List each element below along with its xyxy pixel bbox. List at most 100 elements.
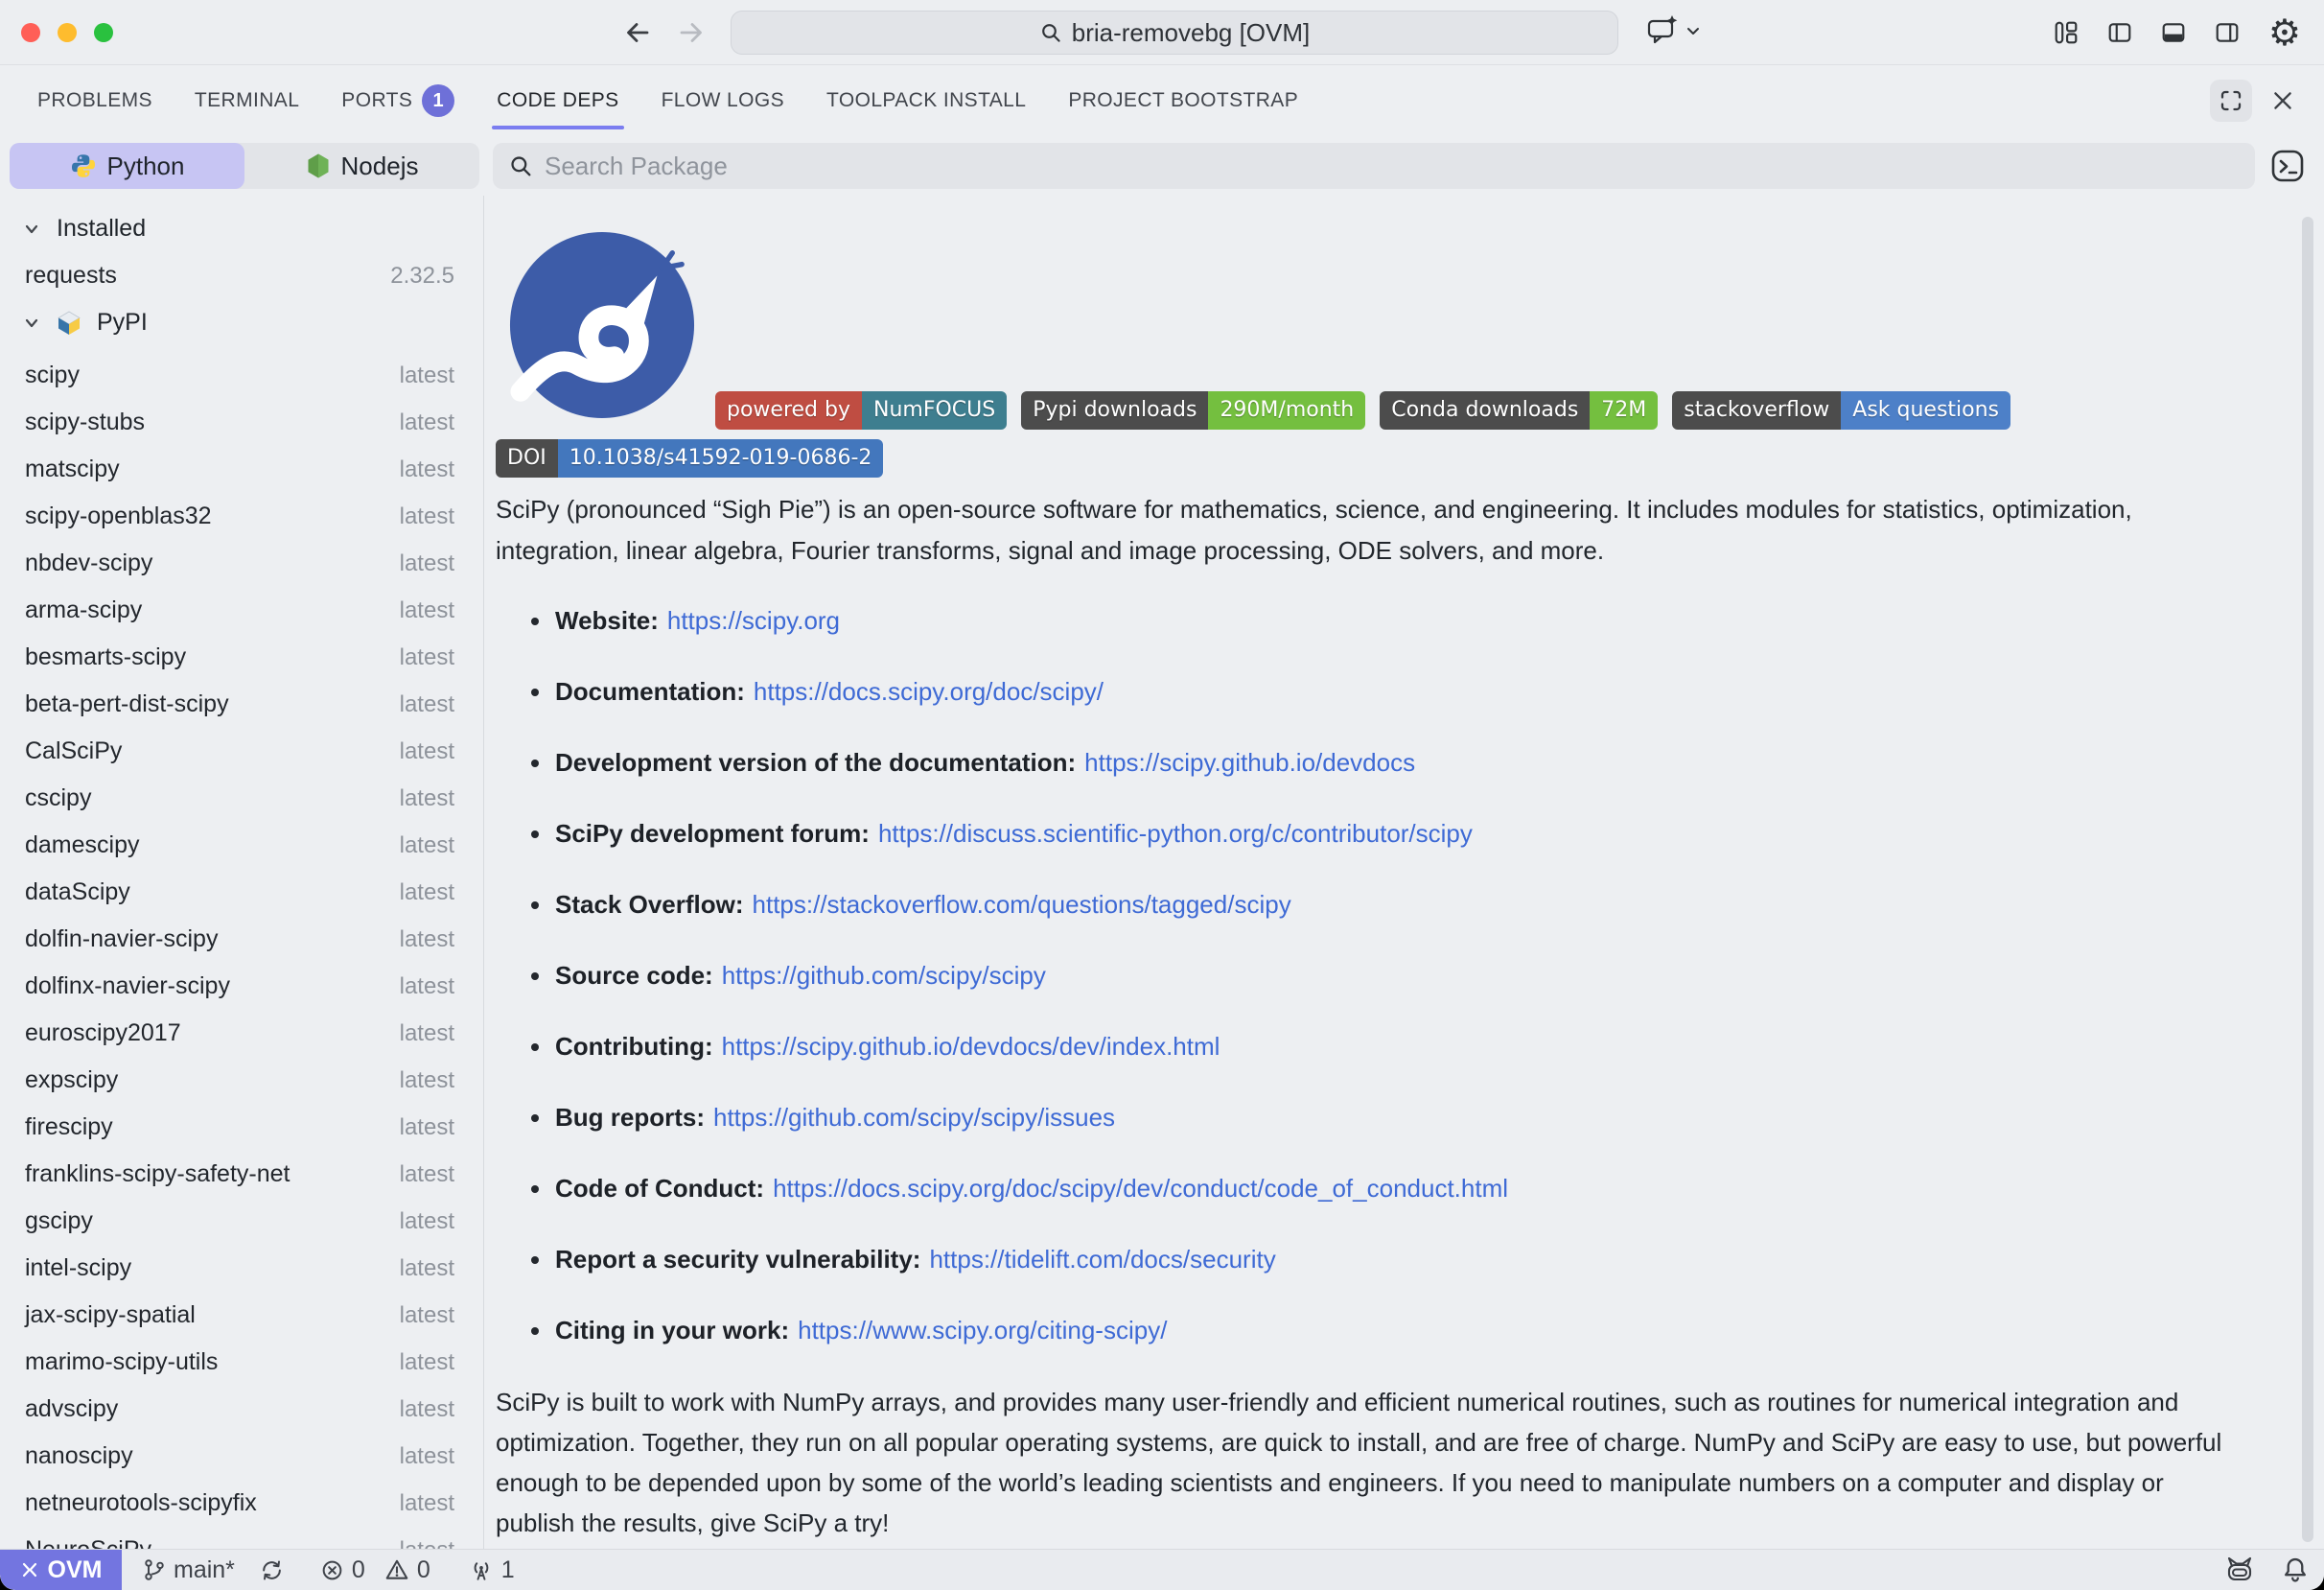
package-row[interactable]: scipy-openblas32 latest	[0, 493, 483, 540]
link-label: Report a security vulnerability:	[555, 1245, 920, 1274]
toggle-right-panel-icon[interactable]	[2215, 20, 2240, 45]
branch-indicator[interactable]: main*	[143, 1556, 235, 1584]
package-row[interactable]: nanoscipy latest	[0, 1433, 483, 1480]
chat-sparkle-icon	[1645, 14, 1680, 47]
link[interactable]: https://docs.scipy.org/doc/scipy/	[754, 677, 1104, 707]
package-row[interactable]: cscipy latest	[0, 775, 483, 822]
search-icon	[1039, 21, 1062, 44]
errors-indicator[interactable]: 0	[320, 1556, 365, 1584]
tab-terminal[interactable]: TERMINAL	[195, 65, 299, 136]
package-row[interactable]: jax-scipy-spatial latest	[0, 1292, 483, 1339]
package-row[interactable]: damescipy latest	[0, 822, 483, 869]
package-name: dolfin-navier-scipy	[25, 925, 218, 953]
assistant-robot-icon[interactable]	[2224, 1555, 2255, 1584]
statusbar-right	[2224, 1555, 2309, 1584]
link[interactable]: https://www.scipy.org/citing-scipy/	[798, 1316, 1167, 1345]
installed-group-header[interactable]: Installed	[0, 205, 483, 252]
package-row[interactable]: arma-scipy latest	[0, 587, 483, 634]
remote-indicator[interactable]: OVM	[0, 1550, 122, 1590]
readme-badge: powered by NumFOCUS	[715, 391, 1007, 430]
customize-layout-icon[interactable]	[2054, 20, 2079, 45]
badge-label: powered by	[715, 391, 862, 430]
toggle-bottom-panel-icon[interactable]	[2161, 20, 2186, 45]
package-search-field[interactable]	[493, 143, 2255, 189]
python-tab-button[interactable]: Python	[10, 143, 244, 189]
panel-tabbar: PROBLEMS TERMINAL PORTS 1 CODE DEPS FLOW…	[0, 65, 2324, 136]
bell-icon[interactable]	[2282, 1555, 2309, 1584]
list-item: Code of Conduct: https://docs.scipy.org/…	[496, 1174, 1508, 1204]
list-item: Website: https://scipy.org	[496, 606, 1508, 636]
window-search-field[interactable]: bria-removebg [OVM]	[731, 11, 1618, 55]
link-label: Website:	[555, 606, 659, 636]
tab-ports[interactable]: PORTS 1	[341, 65, 454, 136]
package-row[interactable]: nbdev-scipy latest	[0, 540, 483, 587]
broadcast-tower-icon	[469, 1557, 494, 1582]
package-row[interactable]: besmarts-scipy latest	[0, 634, 483, 681]
nodejs-tab-label: Nodejs	[341, 152, 419, 181]
package-row[interactable]: euroscipy2017 latest	[0, 1010, 483, 1057]
ports-indicator[interactable]: 1	[469, 1556, 515, 1584]
package-name: matscipy	[25, 456, 120, 483]
package-row[interactable]: matscipy latest	[0, 446, 483, 493]
package-row[interactable]: marimo-scipy-utils latest	[0, 1339, 483, 1386]
link[interactable]: https://scipy.github.io/devdocs/dev/inde…	[722, 1032, 1220, 1062]
package-row[interactable]: franklins-scipy-safety-net latest	[0, 1151, 483, 1198]
package-row[interactable]: netneurotools-scipyfix latest	[0, 1480, 483, 1527]
package-row[interactable]: gscipy latest	[0, 1198, 483, 1245]
package-row[interactable]: NeuroSciPy latest	[0, 1527, 483, 1549]
expand-panel-button[interactable]	[2210, 80, 2252, 122]
open-terminal-button[interactable]	[2270, 149, 2305, 183]
package-row[interactable]: requests 2.32.5	[0, 252, 483, 299]
package-version: latest	[400, 409, 454, 436]
forward-button[interactable]	[675, 16, 708, 49]
tab-toolpack-install[interactable]: TOOLPACK INSTALL	[826, 65, 1026, 136]
warnings-indicator[interactable]: 0	[384, 1556, 430, 1584]
tab-code-deps[interactable]: CODE DEPS	[497, 65, 618, 136]
back-button[interactable]	[621, 16, 654, 49]
gear-icon[interactable]: ⚙	[2268, 14, 2301, 51]
link[interactable]: https://github.com/scipy/scipy	[722, 961, 1046, 991]
package-version: latest	[400, 832, 454, 859]
package-row[interactable]: firescipy latest	[0, 1104, 483, 1151]
package-row[interactable]: beta-pert-dist-scipy latest	[0, 681, 483, 728]
package-sidebar: Installed requests 2.32.5 PyPI scipy lat…	[0, 196, 484, 1549]
link[interactable]: https://scipy.org	[667, 606, 840, 636]
link[interactable]: https://docs.scipy.org/doc/scipy/dev/con…	[773, 1174, 1508, 1204]
link[interactable]: https://discuss.scientific-python.org/c/…	[878, 819, 1473, 849]
package-row[interactable]: dataScipy latest	[0, 869, 483, 916]
pypi-group-header[interactable]: PyPI	[0, 299, 483, 346]
panel-content: Installed requests 2.32.5 PyPI scipy lat…	[0, 196, 2324, 1549]
tab-problems[interactable]: PROBLEMS	[37, 65, 152, 136]
close-panel-button[interactable]	[2270, 88, 2295, 113]
package-row[interactable]: dolfinx-navier-scipy latest	[0, 963, 483, 1010]
sync-button[interactable]	[260, 1558, 284, 1582]
package-row[interactable]: intel-scipy latest	[0, 1245, 483, 1292]
package-row[interactable]: scipy-stubs latest	[0, 399, 483, 446]
package-row[interactable]: CalSciPy latest	[0, 728, 483, 775]
package-row[interactable]: scipy latest	[0, 352, 483, 399]
statusbar: OVM main* 0	[0, 1549, 2324, 1590]
error-icon	[320, 1558, 344, 1582]
link[interactable]: https://stackoverflow.com/questions/tagg…	[753, 890, 1291, 920]
package-version: latest	[400, 1349, 454, 1376]
package-row[interactable]: dolfin-navier-scipy latest	[0, 916, 483, 963]
link[interactable]: https://scipy.github.io/devdocs	[1084, 748, 1415, 778]
package-row[interactable]: advscipy latest	[0, 1386, 483, 1433]
link[interactable]: https://tidelift.com/docs/security	[929, 1245, 1275, 1274]
chevron-down-icon	[22, 220, 41, 239]
toggle-left-panel-icon[interactable]	[2107, 20, 2132, 45]
tab-flow-logs[interactable]: FLOW LOGS	[662, 65, 784, 136]
ai-chat-button[interactable]	[1645, 14, 1701, 47]
window-search-value: bria-removebg [OVM]	[1072, 18, 1311, 48]
package-search-input[interactable]	[543, 151, 2240, 182]
badge-value: NumFOCUS	[862, 391, 1007, 430]
link[interactable]: https://github.com/scipy/scipy/issues	[713, 1103, 1115, 1133]
close-window-button[interactable]	[21, 23, 40, 42]
badge-label: Conda downloads	[1380, 391, 1590, 430]
package-row[interactable]: expscipy latest	[0, 1057, 483, 1104]
nodejs-tab-button[interactable]: Nodejs	[244, 143, 479, 189]
scrollbar-thumb[interactable]	[2302, 217, 2313, 1542]
zoom-window-button[interactable]	[94, 23, 113, 42]
tab-project-bootstrap[interactable]: PROJECT BOOTSTRAP	[1068, 65, 1298, 136]
minimize-window-button[interactable]	[58, 23, 77, 42]
